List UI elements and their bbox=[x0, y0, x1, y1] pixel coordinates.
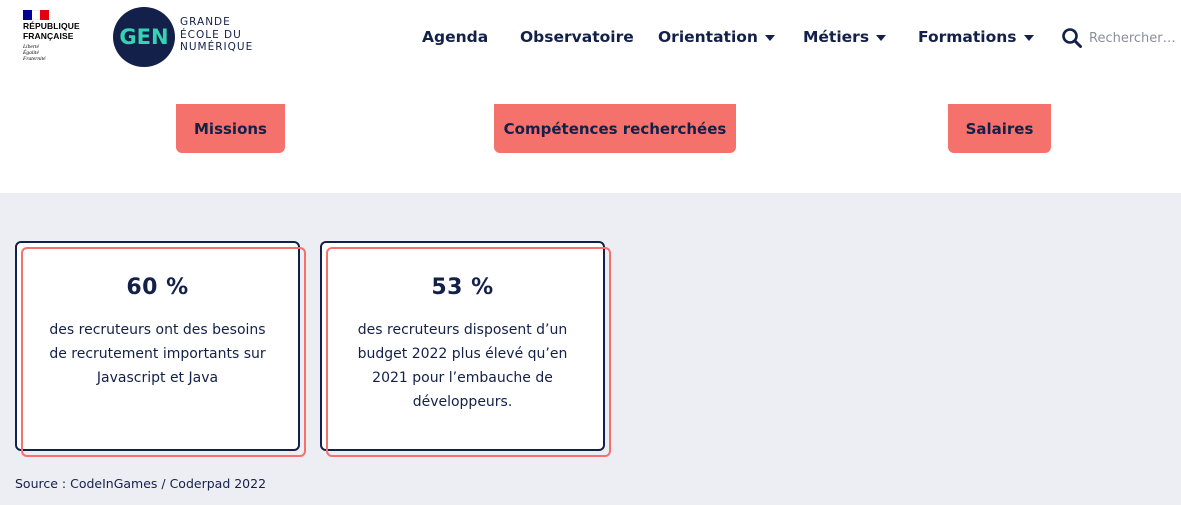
nav-item-label: Observatoire bbox=[520, 28, 634, 46]
gen-logo-badge[interactable]: GEN bbox=[113, 7, 175, 67]
gen-logo-line: NUMÉRIQUE bbox=[180, 41, 254, 53]
stat-value: 53 % bbox=[431, 275, 494, 300]
stat-card-content: 53 % des recruteurs disposent d’un budge… bbox=[320, 241, 605, 451]
nav-item-agenda[interactable]: Agenda bbox=[422, 27, 488, 47]
nav-item-orientation[interactable]: Orientation bbox=[658, 27, 775, 47]
republic-motto: Liberté Égalité Fraternité bbox=[23, 44, 93, 62]
tab-missions[interactable]: Missions bbox=[176, 104, 285, 153]
search-input[interactable] bbox=[1089, 30, 1179, 46]
site-header: RÉPUBLIQUE FRANÇAISE Liberté Égalité Fra… bbox=[0, 0, 1181, 76]
gen-logo-line: GRANDE bbox=[180, 16, 231, 28]
caret-down-icon bbox=[1023, 34, 1034, 41]
stat-description: des recruteurs ont des besoins de recrut… bbox=[49, 322, 266, 386]
republic-title-line: FRANÇAISE bbox=[23, 30, 74, 41]
caret-down-icon bbox=[764, 34, 775, 41]
nav-item-formations[interactable]: Formations bbox=[918, 27, 1034, 47]
gen-logo-line: ÉCOLE DU bbox=[180, 28, 242, 41]
tab-label: Missions bbox=[194, 119, 267, 138]
republique-francaise-logo[interactable]: RÉPUBLIQUE FRANÇAISE Liberté Égalité Fra… bbox=[23, 10, 93, 66]
nav-item-label: Métiers bbox=[803, 28, 870, 46]
source-note: Source : CodeInGames / Coderpad 2022 bbox=[15, 476, 267, 491]
tab-salaires[interactable]: Salaires bbox=[948, 104, 1051, 153]
search-box[interactable] bbox=[1061, 27, 1179, 49]
nav-item-metiers[interactable]: Métiers bbox=[803, 27, 887, 47]
stat-card: 60 % des recruteurs ont des besoins de r… bbox=[15, 241, 306, 457]
gen-logo-text[interactable]: GRANDE ÉCOLE DU NUMÉRIQUE bbox=[180, 16, 253, 54]
gen-logo-initials: GEN bbox=[119, 25, 169, 49]
motto-line: Fraternité bbox=[23, 56, 46, 62]
caret-down-icon bbox=[876, 34, 887, 41]
nav-item-observatoire[interactable]: Observatoire bbox=[520, 27, 634, 47]
stat-description: des recruteurs disposent d’un budget 202… bbox=[357, 322, 568, 410]
job-tabs: Missions Compétences recherchées Salaire… bbox=[0, 76, 1181, 193]
nav-item-label: Orientation bbox=[658, 28, 758, 46]
tab-label: Compétences recherchées bbox=[503, 119, 727, 138]
stats-section: 60 % des recruteurs ont des besoins de r… bbox=[0, 193, 1181, 505]
nav-item-label: Agenda bbox=[422, 28, 489, 46]
tab-competences[interactable]: Compétences recherchées bbox=[494, 104, 736, 153]
stat-card: 53 % des recruteurs disposent d’un budge… bbox=[320, 241, 611, 457]
republic-title: RÉPUBLIQUE FRANÇAISE bbox=[23, 21, 93, 41]
nav-item-label: Formations bbox=[918, 28, 1017, 46]
stat-card-content: 60 % des recruteurs ont des besoins de r… bbox=[15, 241, 300, 451]
tab-label: Salaires bbox=[965, 119, 1034, 138]
stat-value: 60 % bbox=[126, 275, 189, 300]
search-icon[interactable] bbox=[1061, 27, 1083, 49]
french-flag-icon bbox=[23, 10, 50, 20]
